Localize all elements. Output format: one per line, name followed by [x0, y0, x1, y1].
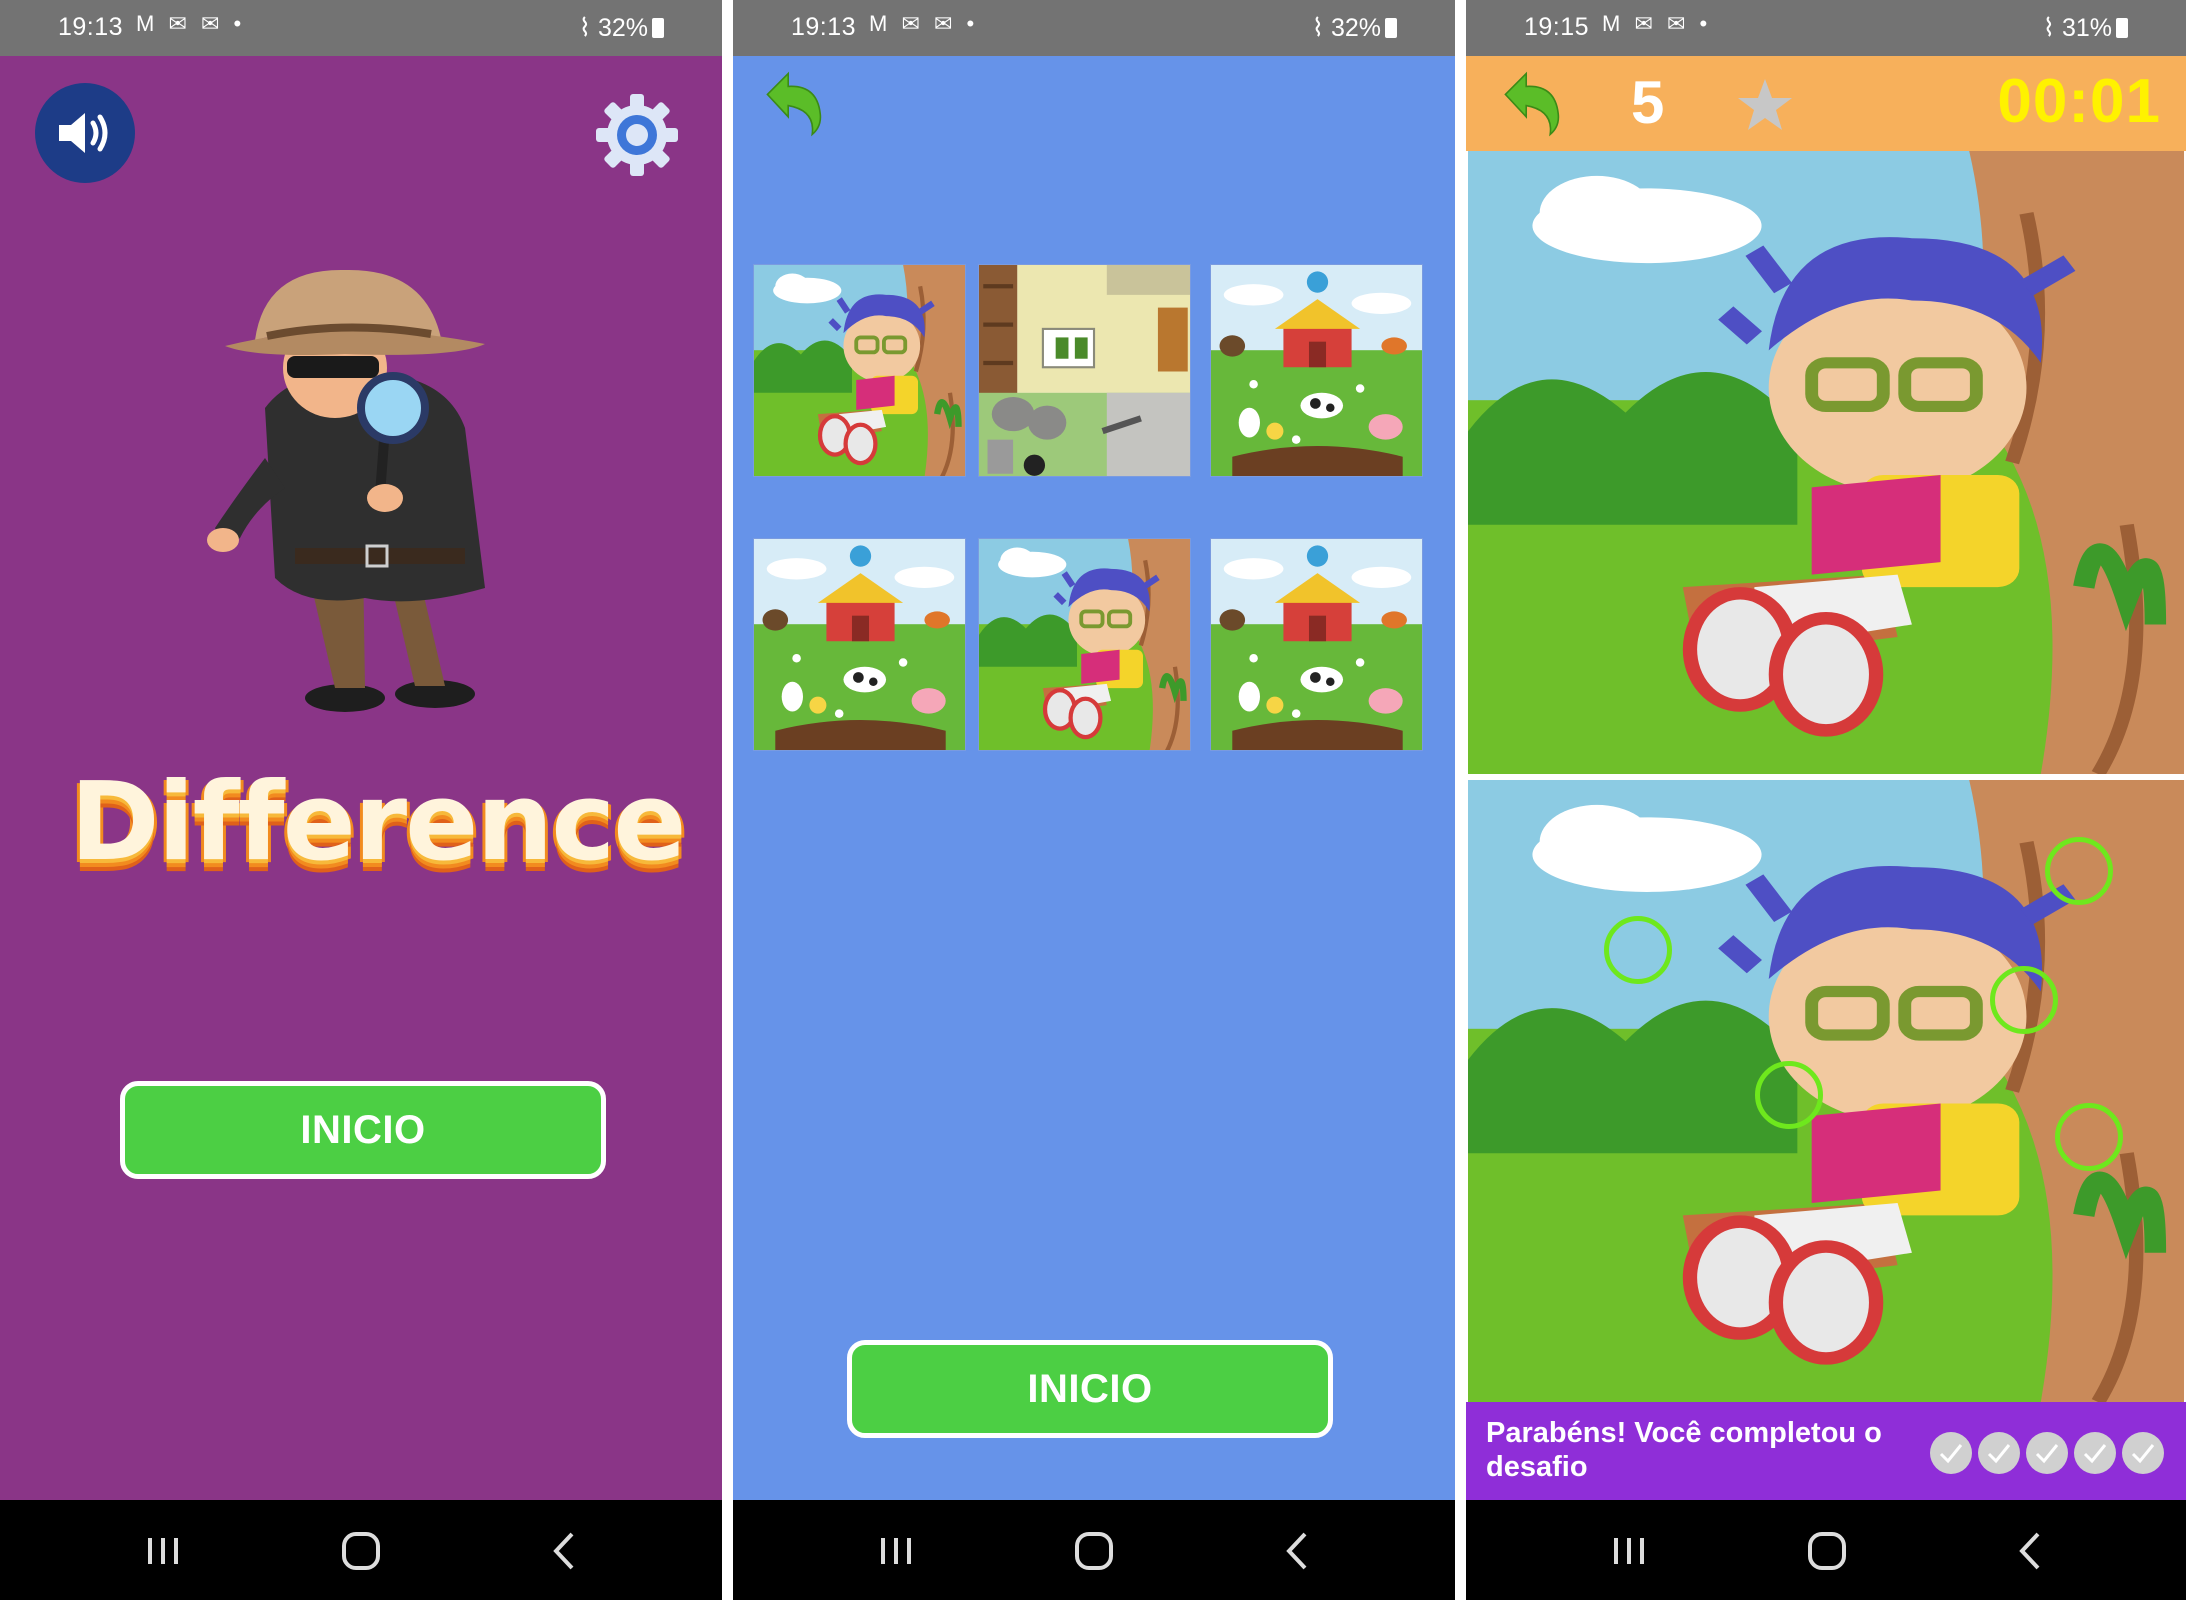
recent-apps-icon[interactable] [871, 1526, 921, 1576]
battery-icon [2116, 18, 2128, 38]
check-icon [1930, 1432, 1972, 1474]
system-navbar [1466, 1500, 2186, 1600]
found-difference-marker [1755, 1061, 1823, 1129]
gear-icon[interactable] [592, 90, 682, 180]
back-icon[interactable] [1273, 1526, 1323, 1576]
back-arrow-icon[interactable] [1491, 64, 1571, 144]
wifi-icon: ⌇ [2042, 14, 2055, 42]
timer: 00:01 [1997, 67, 2161, 136]
found-difference-marker [2045, 837, 2113, 905]
recent-apps-icon[interactable] [1604, 1526, 1654, 1576]
status-time: 19:13 [58, 13, 124, 41]
level-thumbnail-farm[interactable] [1210, 538, 1423, 751]
original-picture [1468, 151, 2184, 774]
battery-level: 32% [1330, 14, 1381, 42]
back-icon[interactable] [540, 1526, 590, 1576]
game-logo: Difference [70, 760, 687, 885]
level-thumbnail-boy-reading[interactable] [753, 264, 966, 477]
back-arrow-icon[interactable] [753, 64, 833, 144]
level-thumbnail-farm[interactable] [1210, 264, 1423, 477]
status-bar: 19:15 M ✉ ✉ • ⌇ 31% [1466, 0, 2186, 56]
status-time: 19:13 [791, 13, 857, 41]
system-navbar [0, 1500, 722, 1600]
battery-level: 32% [597, 14, 648, 42]
completion-bar: Parabéns! Você completou o desafio [1466, 1402, 2186, 1500]
found-difference-marker [1990, 966, 2058, 1034]
status-time: 19:15 [1524, 13, 1590, 41]
battery-icon [1385, 18, 1397, 38]
level-thumbnail-boy-reading[interactable] [978, 538, 1191, 751]
home-icon[interactable] [336, 1526, 386, 1576]
main-menu-screen: 19:13 M ✉ ✉ • ⌇ 32% Difference INICIO [0, 0, 722, 1600]
notification-icons: M ✉ ✉ • [1602, 11, 1712, 36]
wifi-icon: ⌇ [1311, 14, 1324, 42]
battery-icon [652, 18, 664, 38]
difference-picture[interactable] [1468, 780, 2184, 1402]
game-top-bar: 5 00:01 [1466, 56, 2186, 151]
found-difference-marker [1604, 916, 1672, 984]
system-navbar [733, 1500, 1455, 1600]
game-screen: 19:15 M ✉ ✉ • ⌇ 31% 5 00:01 Parabéns! Vo… [1466, 0, 2186, 1600]
notification-icons: M ✉ ✉ • [136, 11, 246, 36]
status-right: ⌇ 31% [2043, 13, 2128, 43]
recent-apps-icon[interactable] [138, 1526, 188, 1576]
speaker-icon[interactable] [35, 83, 135, 183]
star-icon [1734, 75, 1796, 137]
home-icon[interactable] [1802, 1526, 1852, 1576]
level-number: 5 [1631, 69, 1665, 136]
status-right: ⌇ 32% [579, 13, 664, 43]
level-select-screen: 19:13 M ✉ ✉ • ⌇ 32% INICIO [733, 0, 1455, 1600]
check-icon [2026, 1432, 2068, 1474]
wifi-icon: ⌇ [578, 14, 591, 42]
level-grid [753, 264, 1443, 754]
status-bar: 19:13 M ✉ ✉ • ⌇ 32% [0, 0, 722, 56]
back-icon[interactable] [2006, 1526, 2056, 1576]
battery-level: 31% [2061, 14, 2112, 42]
level-thumbnail-house-yard[interactable] [978, 264, 1191, 477]
notification-icons: M ✉ ✉ • [869, 11, 979, 36]
status-bar: 19:13 M ✉ ✉ • ⌇ 32% [733, 0, 1455, 56]
start-button[interactable]: INICIO [120, 1081, 606, 1179]
check-icon [2122, 1432, 2164, 1474]
level-thumbnail-farm[interactable] [753, 538, 966, 751]
check-icon [2074, 1432, 2116, 1474]
status-right: ⌇ 32% [1312, 13, 1397, 43]
found-differences-counter [1924, 1432, 2164, 1474]
home-icon[interactable] [1069, 1526, 1119, 1576]
start-button[interactable]: INICIO [847, 1340, 1333, 1438]
found-difference-marker [2055, 1103, 2123, 1171]
check-icon [1978, 1432, 2020, 1474]
completion-message: Parabéns! Você completou o desafio [1486, 1417, 1882, 1483]
detective-mascot-icon [195, 258, 535, 728]
